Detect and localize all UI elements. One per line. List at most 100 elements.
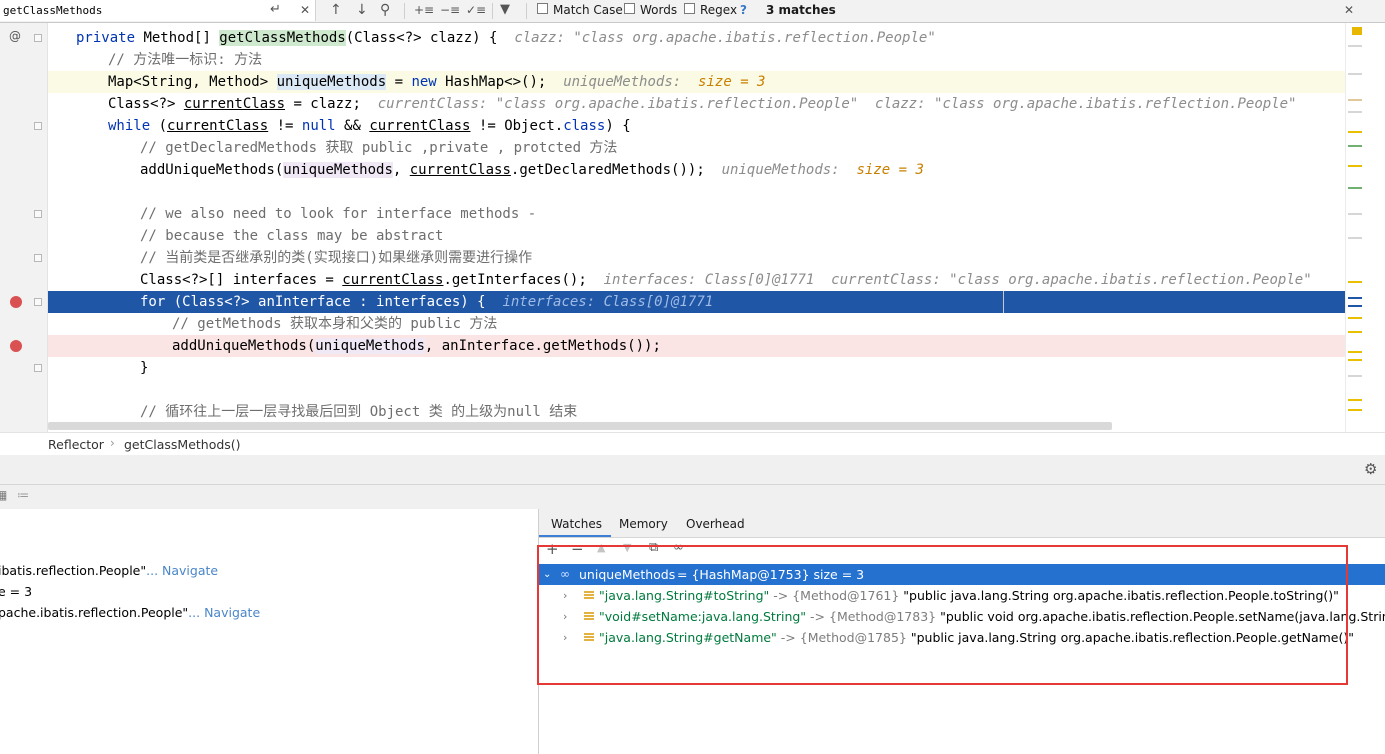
stripe-marker[interactable] bbox=[1348, 111, 1362, 113]
stripe-marker[interactable] bbox=[1348, 399, 1362, 401]
tab-watches[interactable]: Watches bbox=[551, 517, 602, 531]
code-line[interactable]: } bbox=[140, 357, 148, 379]
threads-icon[interactable]: ≔ bbox=[17, 488, 29, 502]
code-line[interactable]: // 循环往上一层一层寻找最后回到 Object 类 的上级为null 结束 bbox=[140, 401, 577, 423]
remove-occurrence-icon[interactable]: −≡ bbox=[440, 0, 460, 20]
breakpoint-icon[interactable] bbox=[10, 340, 22, 352]
stripe-marker[interactable] bbox=[1348, 409, 1362, 411]
code-line[interactable]: for (Class<?> anInterface : interfaces) … bbox=[140, 291, 713, 313]
stripe-marker[interactable] bbox=[1348, 281, 1362, 283]
horizontal-scrollbar[interactable] bbox=[48, 422, 1112, 430]
code-token: != Object. bbox=[470, 118, 564, 134]
stripe-marker[interactable] bbox=[1348, 297, 1362, 299]
code-token: , bbox=[392, 162, 410, 178]
select-all-occurrences-icon[interactable]: ✓≡ bbox=[466, 0, 486, 20]
breakpoint-icon[interactable] bbox=[10, 296, 22, 308]
stripe-marker[interactable] bbox=[1348, 331, 1362, 333]
variable-row[interactable]: e = 3 bbox=[0, 582, 32, 602]
code-editor[interactable]: private Method[] getClassMethods(Class<?… bbox=[48, 23, 1361, 432]
gear-icon[interactable]: ⚙ bbox=[1364, 460, 1377, 478]
code-line[interactable]: Map<String, Method> uniqueMethods = new … bbox=[108, 71, 765, 93]
code-token: addUniqueMethods( bbox=[140, 162, 284, 178]
stripe-marker[interactable] bbox=[1348, 317, 1362, 319]
stripe-marker[interactable] bbox=[1348, 305, 1362, 307]
stripe-marker[interactable] bbox=[1348, 237, 1362, 239]
regex-label[interactable]: Regex bbox=[700, 3, 737, 17]
words-checkbox[interactable] bbox=[624, 3, 635, 14]
code-token: currentClass bbox=[409, 162, 511, 178]
next-occurrence-icon[interactable]: ↓ bbox=[356, 0, 368, 20]
code-line[interactable]: // 方法唯一标识: 方法 bbox=[108, 49, 262, 71]
breadcrumb-class[interactable]: Reflector bbox=[48, 437, 104, 452]
separator bbox=[404, 3, 405, 19]
stripe-marker[interactable] bbox=[1348, 213, 1362, 215]
fold-icon[interactable] bbox=[34, 210, 42, 218]
debug-toolbar: ⚙ bbox=[0, 455, 1385, 485]
match-case-checkbox[interactable] bbox=[537, 3, 548, 14]
variable-row[interactable]: pache.ibatis.reflection.People"... Navig… bbox=[0, 603, 260, 623]
fold-icon[interactable] bbox=[34, 122, 42, 130]
clear-icon[interactable]: ✕ bbox=[300, 0, 310, 20]
right-margin-guide bbox=[1003, 291, 1004, 313]
stripe-marker[interactable] bbox=[1348, 359, 1362, 361]
code-line[interactable]: private Method[] getClassMethods(Class<?… bbox=[76, 27, 936, 49]
override-icon[interactable]: @ bbox=[9, 29, 21, 43]
tab-memory[interactable]: Memory bbox=[619, 517, 668, 531]
code-line[interactable]: while (currentClass != null && currentCl… bbox=[108, 115, 631, 137]
fold-icon[interactable] bbox=[34, 34, 42, 42]
code-line[interactable]: addUniqueMethods(uniqueMethods, currentC… bbox=[140, 159, 924, 181]
stripe-marker[interactable] bbox=[1348, 45, 1362, 47]
close-find-bar-icon[interactable]: ✕ bbox=[1344, 0, 1354, 20]
filter-icon[interactable]: ▼ bbox=[500, 0, 510, 20]
stripe-marker[interactable] bbox=[1348, 145, 1362, 147]
stripe-marker[interactable] bbox=[1348, 165, 1362, 167]
fold-icon[interactable] bbox=[34, 254, 42, 262]
breadcrumb-method[interactable]: getClassMethods() bbox=[124, 437, 241, 452]
stripe-marker[interactable] bbox=[1348, 351, 1362, 353]
frames-icon[interactable]: ▦ bbox=[0, 488, 7, 502]
navigate-link[interactable]: ... Navigate bbox=[188, 605, 260, 620]
code-token: uniqueMethods: bbox=[721, 162, 857, 178]
previous-occurrence-icon[interactable]: ↑ bbox=[330, 0, 342, 20]
code-line[interactable]: Class<?> currentClass = clazz; currentCl… bbox=[108, 93, 1296, 115]
code-token: interfaces: Class[0]@1771 currentClass: … bbox=[603, 272, 1312, 288]
stripe-marker[interactable] bbox=[1348, 375, 1362, 377]
fold-icon[interactable] bbox=[34, 298, 42, 306]
code-token: while bbox=[108, 118, 151, 134]
code-token: addUniqueMethods( bbox=[172, 338, 316, 354]
regex-help-link[interactable]: ? bbox=[740, 3, 747, 17]
find-in-path-icon[interactable]: ⚲ bbox=[380, 0, 390, 20]
return-icon[interactable]: ↵ bbox=[270, 0, 281, 20]
find-input[interactable] bbox=[0, 0, 316, 21]
navigate-link[interactable]: ... Navigate bbox=[146, 563, 218, 578]
variable-row[interactable]: ibatis.reflection.People"... Navigate bbox=[0, 561, 218, 581]
code-line[interactable]: // getMethods 获取本身和父类的 public 方法 bbox=[172, 313, 497, 335]
code-token: uniqueMethods bbox=[283, 162, 393, 178]
code-token: currentClass bbox=[369, 118, 471, 134]
code-token: } bbox=[140, 360, 149, 376]
words-label[interactable]: Words bbox=[640, 3, 677, 17]
stripe-marker[interactable] bbox=[1348, 131, 1362, 133]
code-line[interactable]: Class<?>[] interfaces = currentClass.get… bbox=[140, 269, 1312, 291]
match-case-label[interactable]: Match Case bbox=[553, 3, 623, 17]
code-line[interactable]: // because the class may be abstract bbox=[140, 225, 443, 247]
code-line[interactable]: // we also need to look for interface me… bbox=[140, 203, 536, 225]
code-token: uniqueMethods bbox=[276, 74, 387, 90]
separator bbox=[492, 3, 493, 19]
stripe-marker[interactable] bbox=[1348, 187, 1362, 189]
code-line[interactable]: // 当前类是否继承别的类(实现接口)如果继承则需要进行操作 bbox=[140, 247, 532, 269]
code-token: // because the class may be abstract bbox=[140, 228, 444, 244]
variable-value: pache.ibatis.reflection.People" bbox=[0, 605, 189, 620]
stripe-marker[interactable] bbox=[1348, 73, 1362, 75]
code-token: // we also need to look for interface me… bbox=[140, 206, 537, 222]
code-token: = clazz; bbox=[285, 96, 378, 112]
annotation-highlight-box bbox=[537, 545, 1348, 685]
regex-checkbox[interactable] bbox=[684, 3, 695, 14]
fold-icon[interactable] bbox=[34, 364, 42, 372]
code-token: uniqueMethods bbox=[315, 338, 425, 354]
tab-overhead[interactable]: Overhead bbox=[686, 517, 745, 531]
code-line[interactable]: addUniqueMethods(uniqueMethods, anInterf… bbox=[172, 335, 661, 357]
stripe-marker[interactable] bbox=[1348, 99, 1362, 101]
add-occurrence-icon[interactable]: +≡ bbox=[414, 0, 434, 20]
code-line[interactable]: // getDeclaredMethods 获取 public ,private… bbox=[140, 137, 617, 159]
